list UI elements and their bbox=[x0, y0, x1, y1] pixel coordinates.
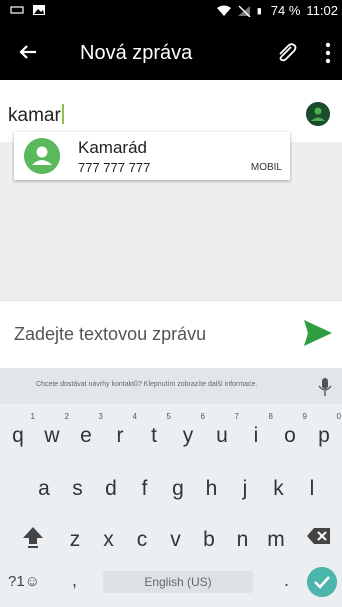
key-label: d bbox=[105, 477, 117, 500]
key-g[interactable]: g bbox=[163, 465, 193, 505]
key-label: y bbox=[182, 424, 194, 447]
status-right: 74 % 11:02 bbox=[216, 3, 338, 18]
key-label: u bbox=[216, 424, 228, 447]
key-label: o bbox=[284, 424, 296, 447]
clock: 11:02 bbox=[306, 3, 338, 18]
key-label: x bbox=[103, 528, 114, 551]
key-number-hint: 9 bbox=[302, 412, 307, 421]
key-f[interactable]: f bbox=[130, 465, 160, 505]
key-number-hint: 5 bbox=[166, 412, 171, 421]
key-t[interactable]: t5 bbox=[139, 412, 171, 452]
key-label: r bbox=[116, 424, 124, 447]
message-input[interactable]: Zadejte textovou zprávu bbox=[14, 324, 206, 345]
symbols-key[interactable]: ?1☺ bbox=[8, 573, 40, 590]
key-label: l bbox=[309, 477, 315, 500]
attach-icon[interactable] bbox=[272, 38, 300, 66]
delete-icon[interactable] bbox=[306, 526, 332, 546]
key-label: q bbox=[12, 424, 24, 447]
mic-icon[interactable] bbox=[318, 377, 332, 397]
key-label: h bbox=[205, 477, 218, 500]
key-n[interactable]: n bbox=[228, 516, 258, 556]
key-label: j bbox=[242, 477, 248, 500]
key-number-hint: 0 bbox=[336, 412, 341, 421]
more-vert-icon[interactable] bbox=[318, 40, 338, 66]
key-m[interactable]: m bbox=[261, 516, 291, 556]
key-label: e bbox=[80, 424, 92, 447]
key-label: n bbox=[236, 528, 249, 551]
text-caret bbox=[61, 104, 64, 124]
key-i[interactable]: i8 bbox=[241, 412, 273, 452]
key-label: b bbox=[203, 528, 215, 551]
contacts-hint: Chcete dostávat návrhy kontaktů? Klepnut… bbox=[36, 381, 258, 388]
key-label: a bbox=[38, 477, 50, 500]
period-key[interactable]: . bbox=[284, 570, 289, 591]
key-d[interactable]: d bbox=[96, 465, 126, 505]
key-l[interactable]: l bbox=[297, 465, 327, 505]
key-w[interactable]: w2 bbox=[37, 412, 69, 452]
key-number-hint: 8 bbox=[268, 412, 273, 421]
number-type: MOBIL bbox=[250, 162, 282, 173]
battery-percent: 74 % bbox=[270, 3, 301, 18]
contact-picker-icon[interactable] bbox=[306, 102, 330, 126]
status-bar: 74 % 11:02 bbox=[0, 0, 342, 24]
wifi-icon bbox=[216, 5, 231, 16]
key-label: w bbox=[44, 424, 60, 447]
key-label: p bbox=[318, 424, 330, 447]
recipient-input[interactable]: kamar bbox=[8, 104, 64, 127]
key-h[interactable]: h bbox=[197, 465, 227, 505]
comma-key[interactable]: , bbox=[72, 570, 77, 591]
suggestion-strip[interactable]: Chcete dostávat návrhy kontaktů? Klepnut… bbox=[0, 368, 342, 404]
key-p[interactable]: p0 bbox=[309, 412, 341, 452]
key-number-hint: 4 bbox=[132, 412, 137, 421]
send-icon[interactable] bbox=[302, 317, 334, 349]
compose-bar: Zadejte textovou zprávu bbox=[0, 300, 342, 368]
key-label: i bbox=[253, 424, 259, 447]
key-c[interactable]: c bbox=[127, 516, 157, 556]
key-o[interactable]: o9 bbox=[275, 412, 307, 452]
key-number-hint: 3 bbox=[98, 412, 103, 421]
key-z[interactable]: z bbox=[60, 516, 90, 556]
contact-number: 777 777 777 bbox=[78, 160, 151, 175]
key-s[interactable]: s bbox=[63, 465, 93, 505]
key-y[interactable]: y6 bbox=[173, 412, 205, 452]
toolbar: Nová zpráva bbox=[0, 24, 342, 80]
key-label: g bbox=[172, 477, 184, 500]
key-label: t bbox=[151, 424, 157, 447]
key-a[interactable]: a bbox=[29, 465, 59, 505]
key-label: m bbox=[267, 528, 285, 551]
key-x[interactable]: x bbox=[94, 516, 124, 556]
key-e[interactable]: e3 bbox=[71, 412, 103, 452]
back-arrow-icon[interactable] bbox=[14, 38, 42, 66]
key-number-hint: 1 bbox=[30, 412, 35, 421]
voicemail-icon bbox=[10, 6, 24, 14]
status-left-icons bbox=[10, 4, 46, 16]
key-label: k bbox=[273, 477, 284, 500]
key-v[interactable]: v bbox=[161, 516, 191, 556]
key-j[interactable]: j bbox=[230, 465, 260, 505]
key-number-hint: 7 bbox=[234, 412, 239, 421]
shift-icon[interactable] bbox=[20, 524, 46, 550]
key-label: s bbox=[72, 477, 83, 500]
key-r[interactable]: r4 bbox=[105, 412, 138, 452]
key-label: c bbox=[136, 528, 148, 551]
key-u[interactable]: u7 bbox=[207, 412, 239, 452]
key-k[interactable]: k bbox=[264, 465, 294, 505]
key-number-hint: 6 bbox=[200, 412, 205, 421]
image-icon bbox=[33, 5, 45, 15]
battery-icon bbox=[257, 7, 261, 14]
key-label: v bbox=[170, 528, 181, 551]
page-title: Nová zpráva bbox=[80, 42, 193, 64]
contact-avatar-icon bbox=[24, 138, 60, 174]
enter-check-icon[interactable] bbox=[307, 567, 337, 597]
contact-name: Kamarád bbox=[78, 138, 147, 157]
contact-suggestion[interactable]: Kamarád 777 777 777 MOBIL bbox=[14, 132, 290, 180]
recipient-text: kamar bbox=[8, 105, 61, 126]
key-b[interactable]: b bbox=[194, 516, 224, 556]
space-key[interactable]: English (US) bbox=[103, 571, 253, 593]
signal-icon bbox=[237, 5, 251, 17]
key-number-hint: 2 bbox=[64, 412, 69, 421]
key-label: z bbox=[69, 528, 81, 551]
key-q[interactable]: q1 bbox=[3, 412, 35, 452]
key-label: f bbox=[141, 477, 148, 500]
